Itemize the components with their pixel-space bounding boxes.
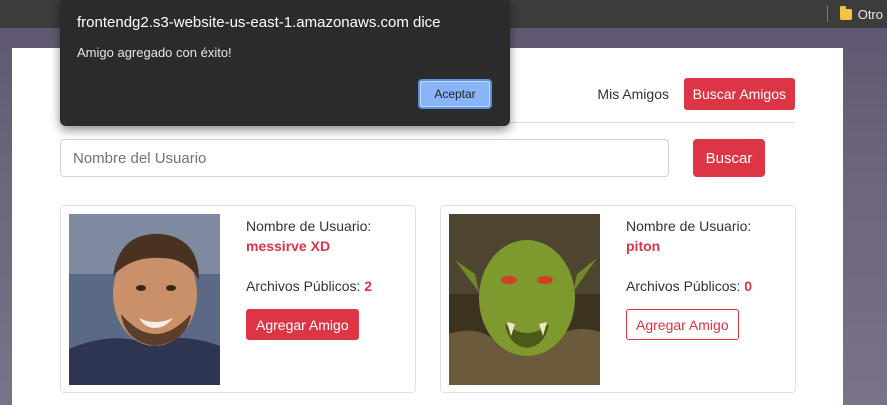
avatar-photo [69, 214, 220, 385]
user-card: Nombre de Usuario: messirve XD Archivos … [60, 205, 416, 393]
add-friend-button[interactable]: Agregar Amigo [626, 309, 739, 340]
dialog-accept-button[interactable]: Aceptar [418, 79, 492, 109]
user-info: Nombre de Usuario: piton Archivos Públic… [626, 218, 752, 294]
username-label: Nombre de Usuario: [246, 218, 372, 234]
username-value: messirve XD [246, 238, 331, 254]
public-files-count: 0 [744, 278, 753, 294]
alert-dialog: frontendg2.s3-website-us-east-1.amazonaw… [60, 0, 510, 126]
public-files-label: Archivos Públicos: [626, 278, 741, 294]
public-files-count: 2 [364, 278, 373, 294]
username-search-input[interactable] [60, 139, 669, 177]
bookmark-folder-other[interactable]: Otro [858, 7, 883, 22]
find-friends-button[interactable]: Buscar Amigos [683, 78, 795, 110]
dialog-message: Amigo agregado con éxito! [77, 45, 232, 60]
avatar-photo [449, 214, 600, 385]
user-info: Nombre de Usuario: messirve XD Archivos … [246, 218, 372, 294]
folder-icon [839, 5, 852, 20]
user-card: Nombre de Usuario: piton Archivos Públic… [440, 205, 796, 393]
username-value: piton [626, 238, 661, 254]
public-files: Archivos Públicos: 0 [626, 278, 752, 294]
nav-my-friends-link[interactable]: Mis Amigos [597, 86, 669, 102]
username-label: Nombre de Usuario: [626, 218, 752, 234]
user-avatar [449, 214, 600, 385]
add-friend-button[interactable]: Agregar Amigo [246, 309, 359, 340]
user-avatar [69, 214, 220, 385]
bookmarks-area: Otro [826, 0, 887, 28]
search-button[interactable]: Buscar [693, 139, 765, 177]
dialog-title: frontendg2.s3-website-us-east-1.amazonaw… [77, 14, 441, 31]
public-files-label: Archivos Públicos: [246, 278, 361, 294]
public-files: Archivos Públicos: 2 [246, 278, 372, 294]
bookmark-separator [826, 6, 828, 22]
